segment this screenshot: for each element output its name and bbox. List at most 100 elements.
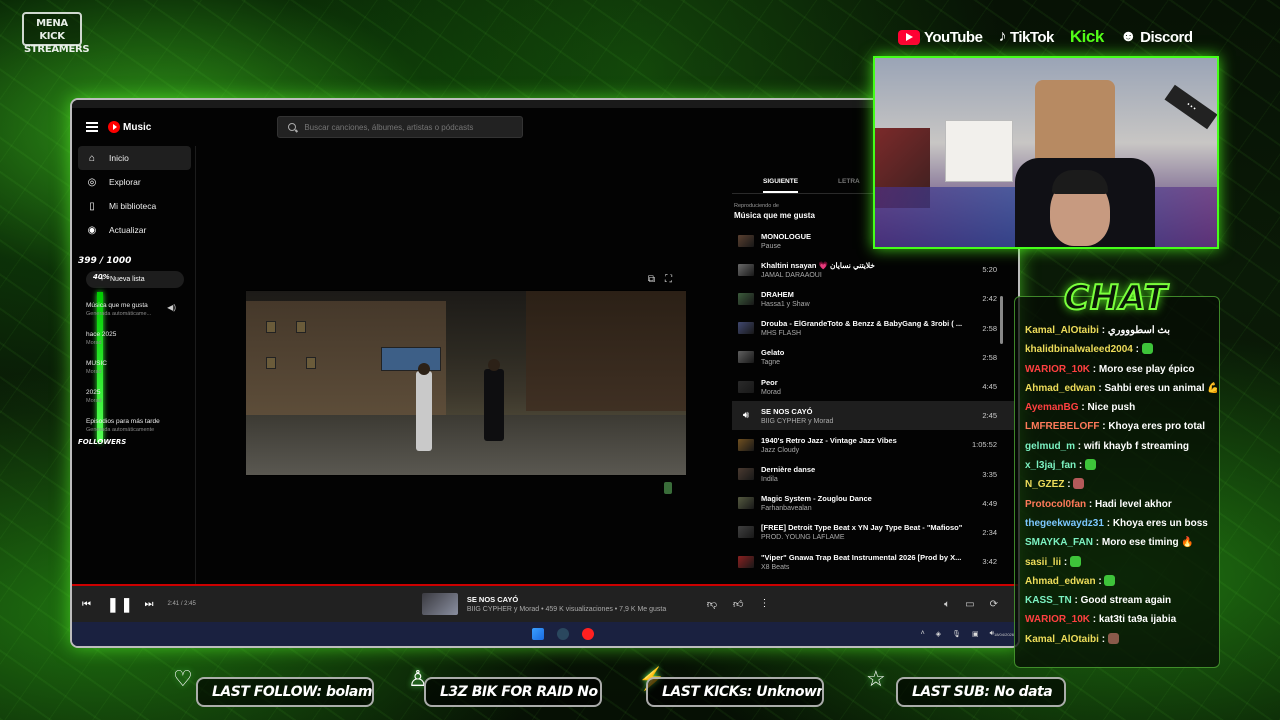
queue-track[interactable]: Gelato Tagne 2:58: [732, 343, 1014, 372]
chat-username[interactable]: LMFREBELOFF: [1025, 421, 1099, 432]
os-taskbar: ˄ ◈ 🎙︎ ▣ 🔊︎ 18/04/2026: [72, 622, 1018, 646]
track-thumbnail: [738, 292, 754, 305]
playlist-item[interactable]: MUSIC Morad: [86, 360, 184, 376]
chat-emote-icon: [1104, 574, 1116, 586]
now-playing-actions: 👎︎ 👍︎ ⋮: [707, 598, 770, 610]
pause-button[interactable]: ❚❚: [107, 596, 134, 613]
chat-username[interactable]: KASS_TN: [1025, 595, 1072, 606]
queue-scrollbar[interactable]: [1000, 296, 1003, 344]
chat-text: Good stream again: [1080, 595, 1172, 607]
chat-title: CHAT: [1063, 277, 1168, 319]
menu-icon[interactable]: [86, 122, 98, 132]
chat-separator: :: [1132, 344, 1142, 356]
ytmusic-icon: [108, 121, 120, 133]
more-options-icon[interactable]: ⋮: [759, 598, 769, 610]
steam-icon[interactable]: [557, 628, 569, 640]
miniplayer-icon[interactable]: ⧉: [648, 274, 655, 285]
playlist-sub: Morad: [86, 398, 102, 404]
chat-username[interactable]: Kamal_AlOtaibi: [1025, 634, 1099, 645]
tab-letra[interactable]: LETRA: [838, 178, 860, 193]
social-tiktok-label: TikTok: [1009, 28, 1054, 46]
sidebar-item-biblioteca[interactable]: ▯ Mi biblioteca: [78, 194, 191, 218]
playlist-title: Episodios para más tarde: [86, 418, 160, 425]
chat-message: x_l3jaj_fan :: [1025, 459, 1217, 472]
webcam-armchair: [1035, 80, 1115, 168]
track-artist: Tagne: [761, 359, 781, 367]
track-thumbnail: [738, 380, 754, 393]
fullscreen-icon[interactable]: ⛶: [665, 274, 672, 285]
chat-username[interactable]: Protocol0fan: [1025, 499, 1086, 510]
chat-separator: :: [1064, 479, 1074, 491]
playlist-item[interactable]: Episodios para más tarde Generada automá…: [86, 418, 184, 434]
sidebar-item-explorar[interactable]: ◎ Explorar: [78, 170, 191, 194]
queue-track[interactable]: DRAHEM Hassa1 y Shaw 2:42: [732, 284, 1014, 313]
chat-text: بث اسطوووري: [1107, 325, 1171, 336]
chat-username[interactable]: khalidbinalwaleed2004: [1025, 344, 1133, 355]
chat-message: Ahmad_edwan :: [1025, 574, 1217, 588]
chat-username[interactable]: thegeekwaydz31: [1025, 518, 1104, 529]
chat-username[interactable]: sasii_lii: [1025, 557, 1061, 568]
chat-username[interactable]: Kamal_AlOtaibi: [1025, 325, 1099, 336]
track-info: Khaltini nsayan 💗 خلايتني نسايان JAMAL DA…: [761, 261, 967, 279]
chat-username[interactable]: Ahmad_edwan: [1025, 383, 1096, 394]
chat-username[interactable]: AyemanBG: [1025, 402, 1079, 413]
volume-icon[interactable]: 🔈︎: [944, 599, 950, 610]
queue-track[interactable]: Khaltini nsayan 💗 خلايتني نسايان JAMAL DA…: [732, 255, 1014, 284]
chat-username[interactable]: WARIOR_10K: [1025, 364, 1090, 375]
queue-track[interactable]: "Viper" Gnawa Trap Beat Instrumental 202…: [732, 547, 1014, 576]
video-player[interactable]: ⧉ ⛶: [246, 274, 686, 476]
track-thumbnail: [738, 351, 754, 364]
microphone-icon[interactable]: 🎙︎: [952, 630, 961, 638]
chat-username[interactable]: x_l3jaj_fan: [1025, 460, 1076, 471]
windows-start-icon[interactable]: [532, 628, 544, 640]
track-duration: 4:45: [982, 382, 997, 392]
chat-emote-icon: [1107, 632, 1119, 644]
queue-track[interactable]: 🔊︎ SE NOS CAYÓ BIIG CYPHER y Morad 2:45: [732, 401, 1014, 431]
now-playing-title[interactable]: SE NOS CAYÓ: [467, 595, 697, 604]
display-icon[interactable]: ▣: [972, 630, 979, 638]
queue-track[interactable]: Dernière danse Indila 3:35: [732, 460, 1014, 489]
track-artist: MHS FLASH: [761, 330, 802, 338]
captions-icon[interactable]: ▭: [965, 599, 974, 610]
playlist-item[interactable]: hace 2025 Morad: [86, 331, 184, 347]
track-info: Gelato Tagne: [761, 348, 967, 366]
chevron-up-icon[interactable]: ˄: [921, 630, 925, 638]
chat-username[interactable]: WARIOR_10K: [1025, 614, 1090, 625]
last-sub-text: LAST SUB: No data: [912, 684, 1053, 700]
tab-siguiente[interactable]: SIGUIENTE: [763, 178, 799, 193]
next-icon[interactable]: ⏭: [144, 599, 153, 610]
track-artist: Indila: [761, 476, 778, 484]
search-box[interactable]: [277, 116, 524, 138]
playlist-item[interactable]: 2025 Morad: [86, 389, 184, 405]
queue-track[interactable]: 1940's Retro Jazz - Vintage Jazz Vibes Ja…: [732, 430, 1014, 459]
chat-username[interactable]: gelmud_m: [1025, 441, 1075, 452]
track-thumbnail: [738, 497, 754, 510]
like-icon[interactable]: 👍︎: [733, 598, 743, 610]
chat-username[interactable]: SMAYKA_FAN: [1025, 537, 1093, 548]
track-artist: X8 Beats: [761, 563, 790, 571]
now-playing-thumbnail[interactable]: [421, 593, 458, 615]
queue-track[interactable]: [FREE] Detroit Type Beat x YN Jay Type B…: [732, 518, 1014, 547]
queue-track[interactable]: Drouba - ElGrandeToto & Benzz & BabyGang…: [732, 314, 1014, 343]
social-youtube-label: YouTube: [924, 28, 983, 46]
track-info: Drouba - ElGrandeToto & Benzz & BabyGang…: [761, 319, 967, 337]
dislike-icon[interactable]: 👎︎: [707, 598, 717, 610]
chat-username[interactable]: Ahmad_edwan: [1025, 576, 1096, 587]
ytmusic-logo[interactable]: Music: [108, 121, 151, 133]
previous-icon[interactable]: ⏮: [82, 599, 91, 610]
sidebar-item-actualizar[interactable]: ◉ Actualizar: [78, 218, 191, 242]
chat-separator: :: [1090, 363, 1099, 375]
track-duration: 2:42: [982, 294, 997, 304]
chat-username[interactable]: N_GZEZ: [1025, 479, 1064, 490]
search-input[interactable]: [304, 122, 505, 132]
playlist-item[interactable]: Música que me gusta Generada automáticam…: [86, 302, 184, 318]
queue-track[interactable]: Magic System - Zouglou Dance Farhanbaveal…: [732, 489, 1014, 518]
ytmusic-taskbar-icon[interactable]: [582, 628, 594, 640]
sidebar-item-inicio[interactable]: ⌂ Inicio: [78, 146, 191, 170]
repeat-icon[interactable]: ⟳: [990, 599, 998, 610]
chat-text: Sahbi eres un animal 💪: [1104, 382, 1217, 394]
heart-icon: ♡: [173, 666, 193, 691]
queue-track[interactable]: Peor Morad 4:45: [732, 372, 1014, 401]
tray-app-icon[interactable]: ◈: [936, 630, 941, 638]
video-person-head: [418, 363, 430, 375]
